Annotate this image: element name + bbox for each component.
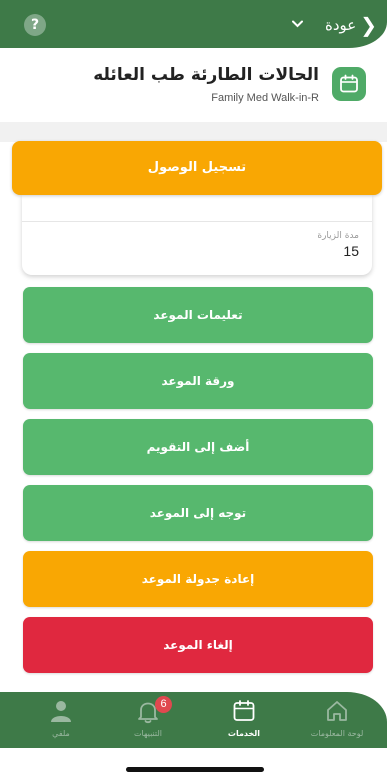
bottom-navigation: ملفي 6 التنبيهات الخدمات لوحة المعلومات (0, 692, 387, 748)
chevron-down-icon[interactable] (291, 14, 303, 36)
calendar-icon (233, 700, 255, 721)
add-to-calendar-button[interactable]: أضف إلى التقويم (23, 419, 373, 475)
info-divider (22, 221, 372, 222)
nav-item-dashboard[interactable]: لوحة المعلومات (292, 692, 382, 748)
chevron-left-icon: ❮ (360, 13, 377, 37)
visit-duration-label: مدة الزيارة (317, 231, 359, 241)
check-in-button[interactable]: تسجيل الوصول (12, 141, 382, 195)
nav-item-notifications[interactable]: 6 التنبيهات (103, 692, 193, 748)
clinic-title: الحالات الطارئة طب العائله (93, 65, 319, 85)
home-icon (327, 701, 347, 721)
notification-badge: 6 (155, 696, 172, 713)
help-button[interactable]: ? (24, 14, 46, 36)
back-label: عودة (324, 16, 357, 34)
profile-icon (51, 701, 71, 722)
nav-label-profile: ملفي (52, 729, 70, 738)
nav-label-notifications: التنبيهات (134, 729, 162, 738)
top-bar: ? ❮ عودة (0, 0, 387, 48)
back-button[interactable]: ❮ عودة (291, 13, 377, 37)
nav-label-services: الخدمات (227, 729, 261, 738)
visit-duration-value: 15 (343, 243, 359, 259)
home-indicator[interactable] (126, 767, 264, 772)
nav-item-services[interactable]: الخدمات (199, 692, 289, 748)
appointment-sheet-button[interactable]: ورقة الموعد (23, 353, 373, 409)
calendar-icon (332, 67, 366, 101)
cancel-appointment-button[interactable]: إلغاء الموعد (23, 617, 373, 673)
reschedule-appointment-button[interactable]: إعادة جدولة الموعد (23, 551, 373, 607)
appointment-header: الحالات الطارئة طب العائله Family Med Wa… (0, 48, 387, 122)
nav-item-profile[interactable]: ملفي (16, 692, 106, 748)
clinic-subtitle: Family Med Walk-in-R (211, 92, 319, 104)
help-icon: ? (30, 17, 40, 33)
appointment-instructions-button[interactable]: تعليمات الموعد (23, 287, 373, 343)
nav-label-dashboard: لوحة المعلومات (310, 729, 364, 738)
go-to-appointment-button[interactable]: توجه إلى الموعد (23, 485, 373, 541)
section-divider (0, 122, 387, 142)
appointment-info-card: مدة الزيارة 15 (22, 195, 372, 275)
